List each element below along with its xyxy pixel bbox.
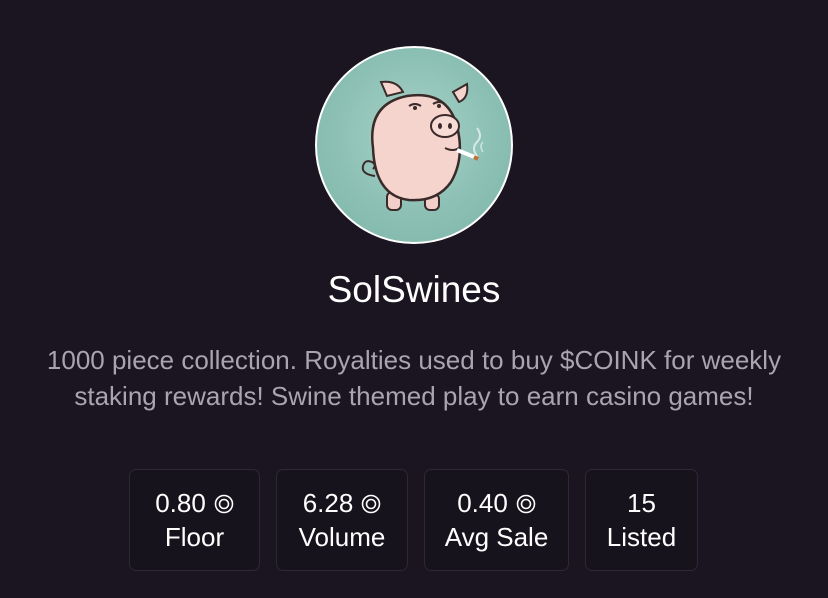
floor-value: 0.80: [130, 486, 259, 520]
collection-description: 1000 piece collection. Royalties used to…: [46, 345, 782, 411]
collection-header: SolSwines 1000 piece collection. Royalti…: [0, 0, 828, 598]
avg-sale-label: Avg Sale: [444, 522, 549, 552]
volume-value: 6.28: [277, 486, 407, 520]
listed-value: 15: [627, 488, 656, 518]
collection-avatar: [315, 46, 513, 244]
stat-card-volume: 6.28 Volume: [276, 469, 408, 571]
floor-label: Floor: [164, 522, 225, 552]
stat-card-floor: 0.80 Floor: [129, 469, 260, 571]
sol-icon: [361, 494, 381, 514]
avg-sale-value: 0.40: [425, 486, 568, 520]
listed-label: Listed: [606, 522, 677, 552]
volume-label: Volume: [298, 522, 386, 552]
sol-icon: [516, 494, 536, 514]
sol-icon: [214, 494, 234, 514]
smoking-pig-icon: [361, 80, 484, 211]
collection-title: SolSwines: [327, 269, 501, 310]
stat-card-listed: 15 Listed: [585, 469, 698, 571]
stat-card-avg-sale: 0.40 Avg Sale: [424, 469, 569, 571]
